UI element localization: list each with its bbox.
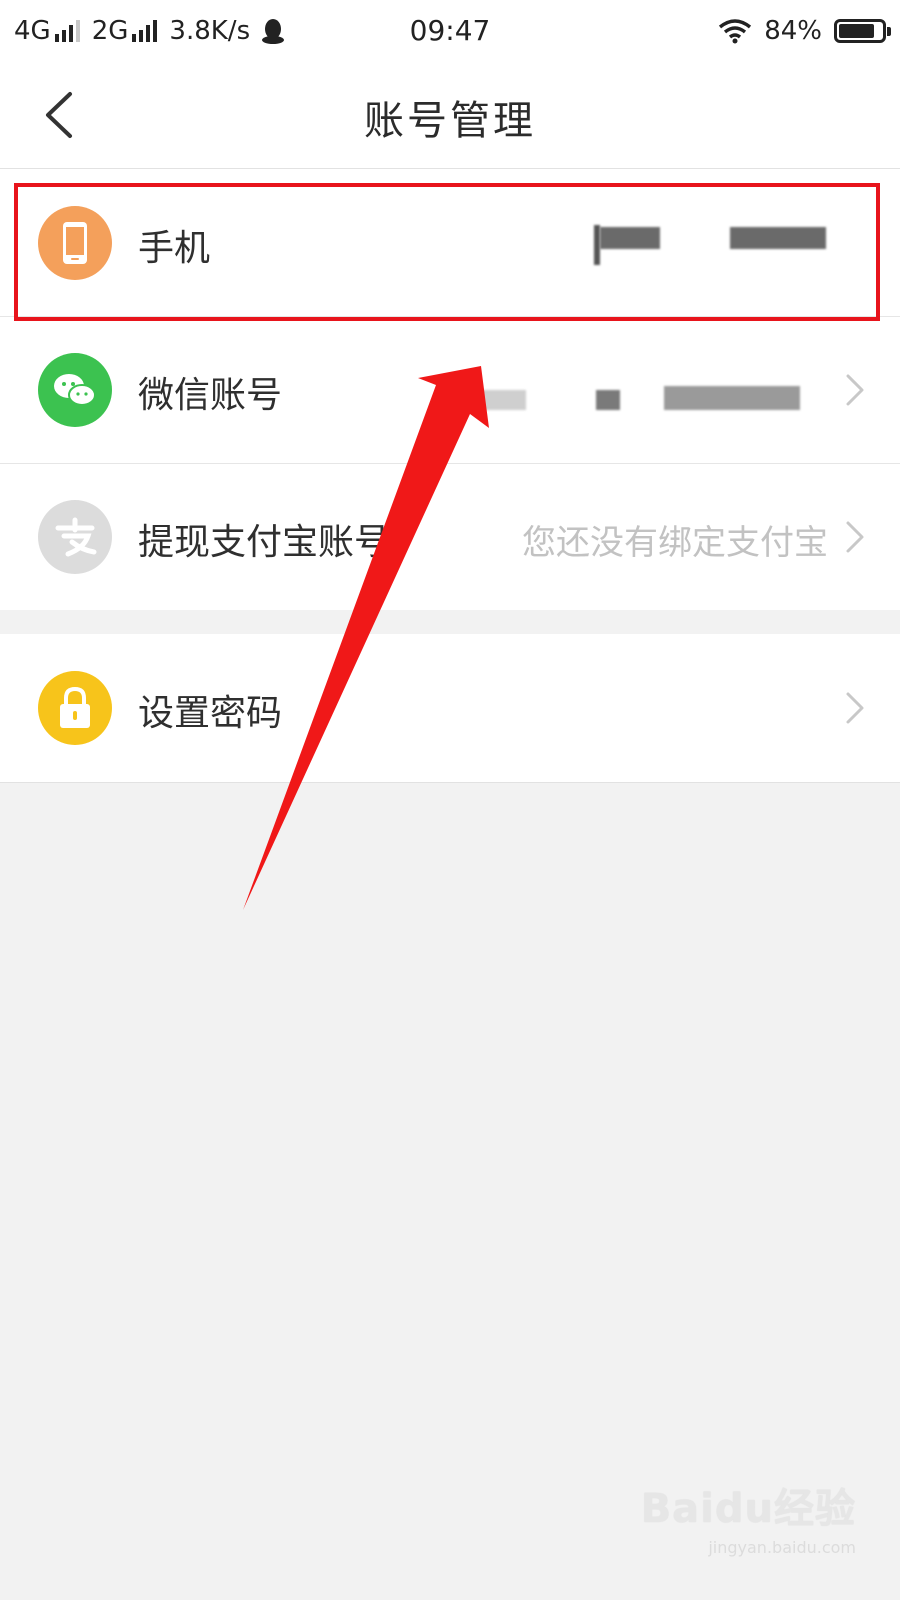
annotation-arrow-icon xyxy=(243,366,489,910)
watermark: Baidu经验 jingyan.baidu.com xyxy=(641,1476,856,1557)
watermark-url: jingyan.baidu.com xyxy=(708,1538,856,1557)
watermark-brand: Baidu经验 xyxy=(640,1486,856,1532)
